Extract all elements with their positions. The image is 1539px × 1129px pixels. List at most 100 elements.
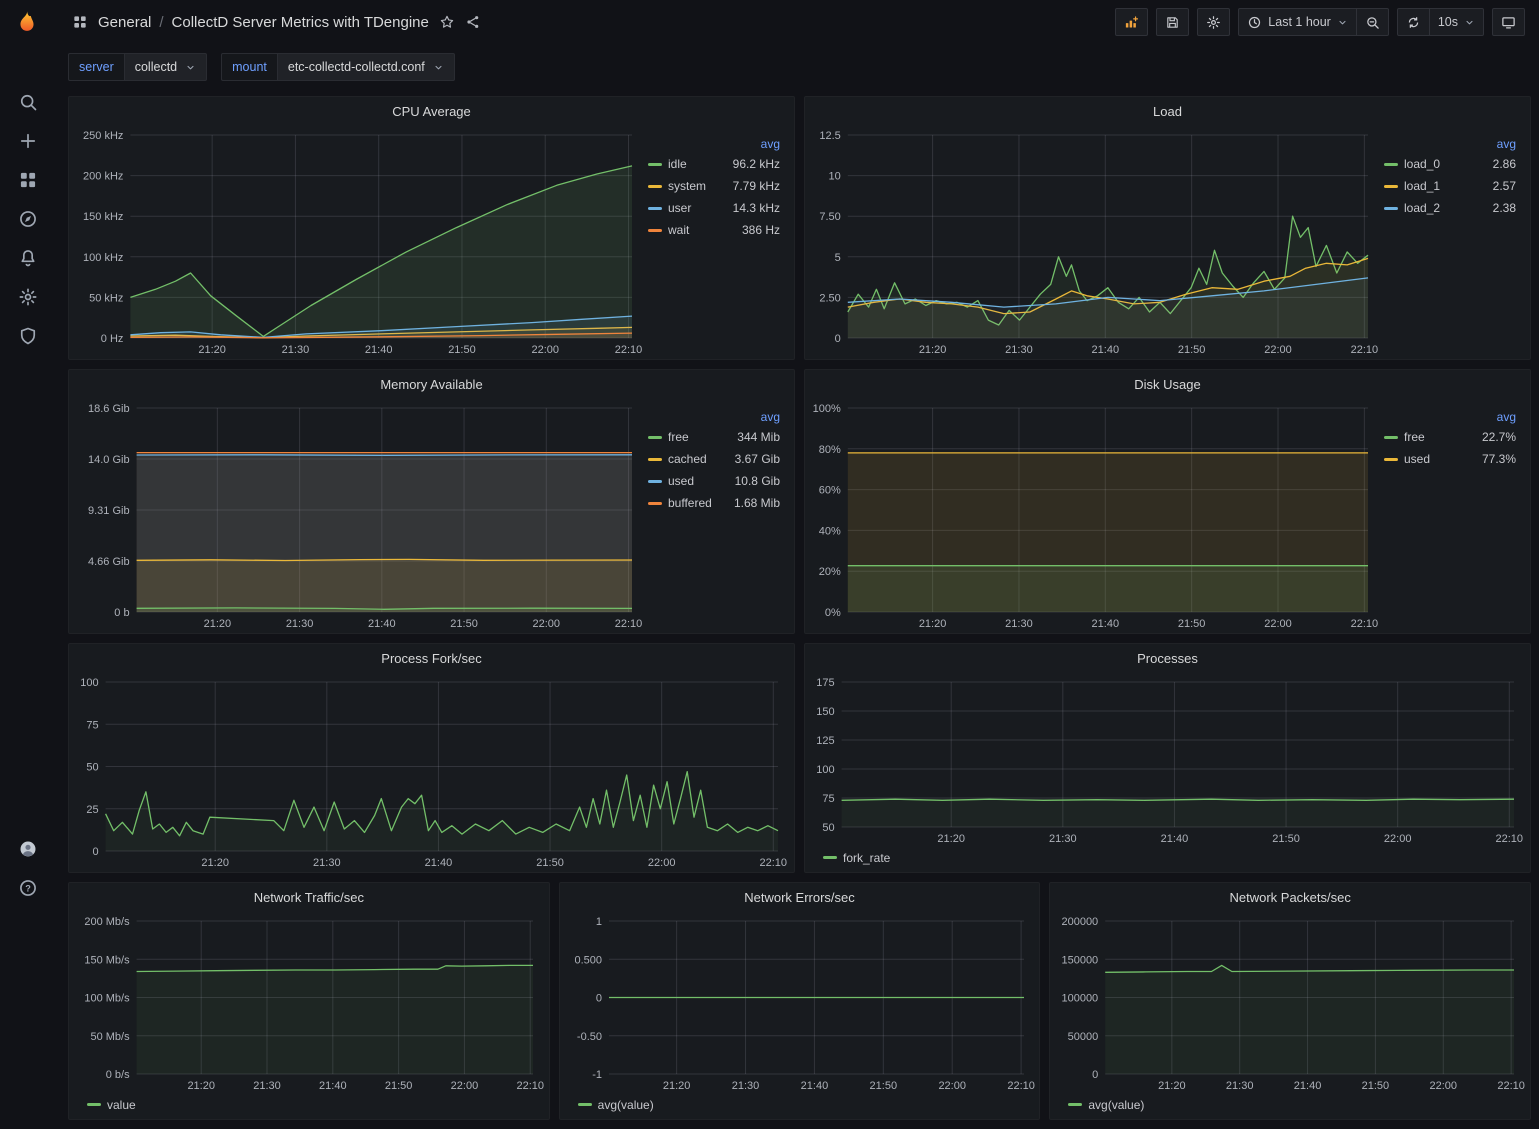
- sidebar-dashboards-button[interactable]: [6, 160, 50, 199]
- chart-area-process-fork-sec[interactable]: 21:2021:3021:4021:5022:0022:100255075100: [75, 672, 790, 872]
- chart-network-errors-sec[interactable]: 21:2021:3021:4021:5022:0022:10-1-0.5000.…: [566, 911, 1036, 1095]
- series-fill-free: [848, 566, 1368, 612]
- chart-disk-usage[interactable]: 21:2021:3021:4021:5022:0022:100%20%40%60…: [811, 398, 1380, 633]
- sidebar-configuration-button[interactable]: [6, 277, 50, 316]
- series-color-swatch: [648, 229, 662, 232]
- legend-series-name[interactable]: fork_rate: [843, 851, 890, 865]
- sidebar-alerting-button[interactable]: [6, 238, 50, 277]
- sidebar-explore-button[interactable]: [6, 199, 50, 238]
- series-color-swatch: [1384, 185, 1398, 188]
- variable-mount-selected: etc-collectd-collectd.conf: [288, 60, 425, 74]
- panel-title[interactable]: Process Fork/sec: [69, 644, 794, 672]
- refresh-interval-select[interactable]: 10s: [1430, 8, 1484, 36]
- panel-title[interactable]: Load: [805, 97, 1530, 125]
- legend-header[interactable]: avg: [648, 137, 780, 151]
- svg-text:100 Mb/s: 100 Mb/s: [84, 993, 130, 1005]
- legend-series-name[interactable]: load_0: [1404, 157, 1440, 171]
- legend-item-load-0: load_02.86: [1384, 157, 1516, 171]
- chart-area-network-packets-sec[interactable]: 21:2021:3021:4021:5022:0022:100500001000…: [1056, 911, 1526, 1095]
- chart-area-memory-available[interactable]: 21:2021:3021:4021:5022:0022:100 b4.66 Gi…: [75, 398, 644, 633]
- chart-network-traffic-sec[interactable]: 21:2021:3021:4021:5022:0022:100 b/s50 Mb…: [75, 911, 545, 1095]
- chart-processes[interactable]: 21:2021:3021:4021:5022:0022:105075100125…: [811, 672, 1526, 848]
- panel-title[interactable]: CPU Average: [69, 97, 794, 125]
- star-dashboard-button[interactable]: [439, 14, 455, 30]
- svg-text:-0.50: -0.50: [577, 1031, 602, 1043]
- share-dashboard-button[interactable]: [465, 14, 481, 30]
- chart-cpu-average[interactable]: 21:2021:3021:4021:5022:0022:100 Hz50 kHz…: [75, 125, 644, 359]
- panel-title[interactable]: Network Traffic/sec: [69, 883, 549, 911]
- legend-series-name[interactable]: idle: [668, 157, 687, 171]
- svg-text:0: 0: [92, 846, 98, 858]
- chart-area-disk-usage[interactable]: 21:2021:3021:4021:5022:0022:100%20%40%60…: [811, 398, 1380, 633]
- series-color-swatch: [648, 502, 662, 505]
- legend-series-name[interactable]: free: [1404, 430, 1425, 444]
- chart-process-fork-sec[interactable]: 21:2021:3021:4021:5022:0022:100255075100: [75, 672, 790, 872]
- legend-series-name[interactable]: wait: [668, 223, 689, 237]
- panel-title[interactable]: Network Errors/sec: [560, 883, 1040, 911]
- breadcrumb-root[interactable]: General: [98, 14, 151, 31]
- svg-text:22:10: 22:10: [1351, 618, 1379, 630]
- legend-item-idle: idle96.2 kHz: [648, 157, 780, 171]
- legend-series-name[interactable]: avg(value): [598, 1098, 654, 1112]
- svg-text:75: 75: [86, 719, 98, 731]
- dashboard-title[interactable]: CollectD Server Metrics with TDengine: [172, 14, 429, 31]
- time-range-label: Last 1 hour: [1268, 15, 1331, 29]
- avatar-icon: [18, 839, 38, 859]
- chart-area-cpu-average[interactable]: 21:2021:3021:4021:5022:0022:100 Hz50 kHz…: [75, 125, 644, 359]
- legend-series-name[interactable]: value: [107, 1098, 136, 1112]
- breadcrumb: General / CollectD Server Metrics with T…: [98, 14, 429, 31]
- sidebar-profile-button[interactable]: [6, 829, 50, 868]
- legend-series-name[interactable]: free: [668, 430, 689, 444]
- panel-title[interactable]: Network Packets/sec: [1050, 883, 1530, 911]
- variable-mount-value[interactable]: etc-collectd-collectd.conf: [277, 53, 455, 81]
- legend-series-value: 2.57: [1493, 179, 1516, 193]
- legend-series-name[interactable]: load_2: [1404, 201, 1440, 215]
- svg-text:22:10: 22:10: [1007, 1080, 1035, 1092]
- chart-area-load[interactable]: 21:2021:3021:4021:5022:0022:1002.5057.50…: [811, 125, 1380, 359]
- dashboard-row-3: Process Fork/sec 21:2021:3021:4021:5022:0…: [68, 643, 1531, 873]
- chart-area-network-traffic-sec[interactable]: 21:2021:3021:4021:5022:0022:100 b/s50 Mb…: [75, 911, 545, 1095]
- panel-title[interactable]: Memory Available: [69, 370, 794, 398]
- legend-series-name[interactable]: cached: [668, 452, 707, 466]
- chart-area-network-errors-sec[interactable]: 21:2021:3021:4021:5022:0022:10-1-0.5000.…: [566, 911, 1036, 1095]
- legend-series-name[interactable]: avg(value): [1088, 1098, 1144, 1112]
- legend-header[interactable]: avg: [1384, 410, 1516, 424]
- legend-network-traffic-sec: value: [69, 1095, 549, 1119]
- legend-series-name[interactable]: system: [668, 179, 706, 193]
- chart-network-packets-sec[interactable]: 21:2021:3021:4021:5022:0022:100500001000…: [1056, 911, 1526, 1095]
- panel-title[interactable]: Disk Usage: [805, 370, 1530, 398]
- chart-area-processes[interactable]: 21:2021:3021:4021:5022:0022:105075100125…: [811, 672, 1526, 848]
- add-panel-button[interactable]: [1115, 8, 1148, 36]
- svg-text:21:20: 21:20: [663, 1080, 691, 1092]
- sidebar-help-button[interactable]: ?: [6, 868, 50, 907]
- legend-series-name[interactable]: buffered: [668, 496, 712, 510]
- grafana-logo[interactable]: [11, 8, 45, 42]
- sidebar-search-button[interactable]: [6, 82, 50, 121]
- legend-header[interactable]: avg: [648, 410, 780, 424]
- chart-load[interactable]: 21:2021:3021:4021:5022:0022:1002.5057.50…: [811, 125, 1380, 359]
- refresh-icon: [1406, 15, 1421, 30]
- series-color-swatch: [648, 480, 662, 483]
- panel-cpu-average: CPU Average21:2021:3021:4021:5022:0022:1…: [68, 96, 795, 360]
- legend-series-name[interactable]: used: [668, 474, 694, 488]
- svg-text:100%: 100%: [813, 403, 841, 415]
- refresh-button[interactable]: [1397, 8, 1430, 36]
- sidebar-create-button[interactable]: [6, 121, 50, 160]
- legend-header[interactable]: avg: [1384, 137, 1516, 151]
- dashboard-settings-button[interactable]: [1197, 8, 1230, 36]
- legend-series-name[interactable]: user: [668, 201, 691, 215]
- chart-memory-available[interactable]: 21:2021:3021:4021:5022:0022:100 b4.66 Gi…: [75, 398, 644, 633]
- legend-series-name[interactable]: load_1: [1404, 179, 1440, 193]
- save-dashboard-button[interactable]: [1156, 8, 1189, 36]
- series-color-swatch: [823, 856, 837, 859]
- zoom-out-time-button[interactable]: [1357, 8, 1389, 36]
- legend-series-name[interactable]: used: [1404, 452, 1430, 466]
- panel-title[interactable]: Processes: [805, 644, 1530, 672]
- sidebar-admin-button[interactable]: [6, 316, 50, 355]
- panel-add-icon: [1124, 15, 1139, 30]
- cycle-view-mode-button[interactable]: [1492, 8, 1525, 36]
- svg-text:21:20: 21:20: [919, 344, 947, 356]
- time-range-picker[interactable]: Last 1 hour: [1238, 8, 1357, 36]
- svg-text:-1: -1: [592, 1069, 602, 1081]
- variable-server-value[interactable]: collectd: [124, 53, 207, 81]
